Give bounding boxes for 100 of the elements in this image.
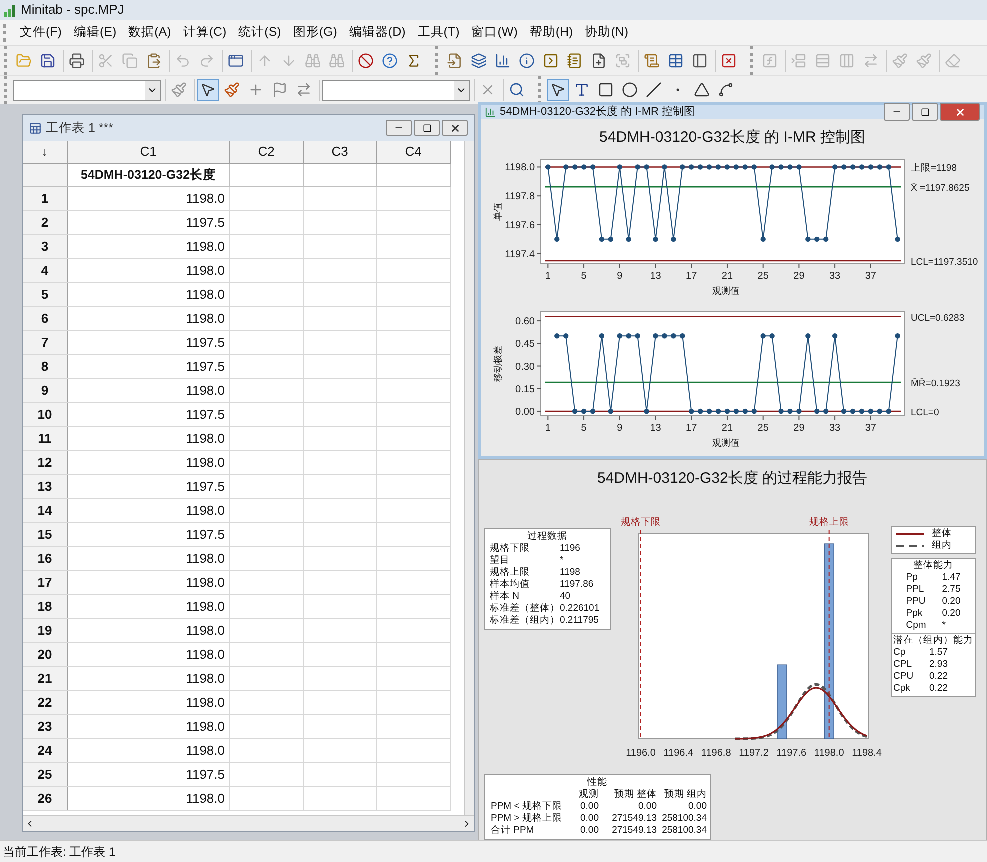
table-cell: 1198.0 xyxy=(68,259,230,282)
limit-label: LCL=1197.3510 xyxy=(911,256,978,268)
data-point xyxy=(662,333,668,338)
stat-value: 2.93 xyxy=(930,659,948,671)
stat-label: 标准差（组内） xyxy=(490,615,560,627)
table-cell: 1198.0 xyxy=(68,643,230,666)
row-header: 15 xyxy=(23,523,68,546)
legend-line-icon xyxy=(896,532,924,536)
data-point xyxy=(814,408,820,414)
data-point xyxy=(698,164,704,170)
table-cell: 1198.0 xyxy=(68,499,230,522)
stat-value: 0.226101 xyxy=(560,603,600,615)
table-cell: 1197.5 xyxy=(68,475,230,498)
data-point xyxy=(752,164,757,170)
row-header: 1 xyxy=(23,187,68,210)
stat-label: Cpk xyxy=(894,683,912,695)
axis-tick-label: 1197.6 xyxy=(776,748,807,759)
axis-title: 观测值 xyxy=(712,286,740,296)
box-title: 整体能力 xyxy=(912,560,954,572)
dropdown-field[interactable] xyxy=(13,80,161,100)
axis-tick-label: 1197.8 xyxy=(505,191,535,202)
data-point xyxy=(724,164,730,170)
data-point xyxy=(590,164,596,170)
data-point xyxy=(581,164,587,170)
menu-item[interactable]: 编辑器(D) xyxy=(343,22,412,44)
data-point xyxy=(886,408,892,414)
table-cell: 271549.13 xyxy=(612,813,657,825)
limit-label: M̄R̄=0.1923 xyxy=(911,378,960,389)
chart-icon xyxy=(485,106,496,118)
row-header: 17 xyxy=(23,571,68,594)
menu-item[interactable]: 文件(F) xyxy=(14,22,68,44)
row-header: 6 xyxy=(23,307,68,330)
menu-item[interactable]: 协助(N) xyxy=(579,22,635,44)
axis-tick-label: 21 xyxy=(722,422,734,434)
maximize-icon xyxy=(422,124,432,132)
close-button[interactable] xyxy=(442,120,468,136)
menu-item[interactable]: 帮助(H) xyxy=(524,22,580,44)
row-header: 10 xyxy=(23,403,68,426)
axis-tick-label: 1 xyxy=(545,270,551,282)
axis-tick-label: 9 xyxy=(617,270,623,282)
axis-tick-label: 0.15 xyxy=(516,384,535,395)
pointer-icon[interactable] xyxy=(547,79,569,101)
table-cell: 1197.5 xyxy=(68,523,230,546)
axis-tick-label: 1198.0 xyxy=(814,748,844,759)
maximize-button[interactable] xyxy=(414,120,440,136)
table-cell: 0.00 xyxy=(580,825,599,837)
axis-tick-label: 25 xyxy=(758,422,769,434)
limit-label: UCL=0.6283 xyxy=(911,312,965,324)
row-header: 18 xyxy=(23,595,68,618)
menu-item[interactable]: 数据(A) xyxy=(122,22,178,44)
maximize-button[interactable] xyxy=(912,103,938,121)
stat-value: * xyxy=(942,620,946,632)
data-point xyxy=(680,333,686,338)
axis-tick-label: 29 xyxy=(794,422,805,434)
axis-tick-label: 9 xyxy=(617,422,623,434)
close-button[interactable] xyxy=(940,103,980,121)
corner-cell: ↓ xyxy=(23,141,68,163)
axis-tick-label: 1197.2 xyxy=(739,748,769,759)
stat-value: 2.75 xyxy=(942,584,961,596)
horizontal-scrollbar[interactable] xyxy=(23,815,474,831)
stat-value: 0.20 xyxy=(942,596,961,608)
close-icon xyxy=(954,106,966,118)
menu-item[interactable]: 工具(T) xyxy=(412,22,466,44)
stat-label: Ppk xyxy=(906,608,924,620)
table-cell: 1198.0 xyxy=(68,595,230,618)
row-header: 11 xyxy=(23,427,68,450)
column-header: C4 xyxy=(377,141,451,163)
axis-tick-label: 1197.4 xyxy=(505,248,535,260)
table-cell: 1198.0 xyxy=(68,691,230,714)
table-cell: 1198.0 xyxy=(68,283,230,306)
menu-item[interactable]: 窗口(W) xyxy=(466,22,524,44)
table-cell: 1198.0 xyxy=(68,307,230,330)
menu-item[interactable]: 计算(C) xyxy=(177,22,233,44)
data-point xyxy=(841,164,847,170)
data-point xyxy=(886,164,892,170)
row-header: 25 xyxy=(23,763,68,786)
axis-tick-label: 0.60 xyxy=(516,316,535,328)
menu-item[interactable]: 编辑(E) xyxy=(68,22,123,44)
data-point xyxy=(760,333,766,338)
row-header: 16 xyxy=(23,547,68,570)
data-point xyxy=(850,164,856,170)
axis-tick-label: 1196.4 xyxy=(664,748,694,759)
table-cell: 0.00 xyxy=(688,801,707,813)
data-point xyxy=(742,408,748,414)
maximize-icon xyxy=(920,108,930,116)
dropdown-field[interactable] xyxy=(322,80,470,100)
data-point xyxy=(644,164,650,170)
menu-item[interactable]: 图形(G) xyxy=(287,22,344,44)
table-cell: 1198.0 xyxy=(68,379,230,402)
table-cell: 1197.5 xyxy=(68,403,230,426)
stat-label: 望目 xyxy=(490,555,511,567)
data-point xyxy=(868,164,874,170)
table-cell: 1198.0 xyxy=(68,739,230,762)
data-point xyxy=(841,408,847,414)
row-label: 合计 PPM xyxy=(491,825,534,837)
menu-item[interactable]: 统计(S) xyxy=(232,22,288,44)
stat-label: PPL xyxy=(906,584,926,596)
pointer-icon[interactable] xyxy=(197,79,219,101)
data-point xyxy=(626,333,632,338)
vertical-scrollbar[interactable] xyxy=(464,141,474,815)
